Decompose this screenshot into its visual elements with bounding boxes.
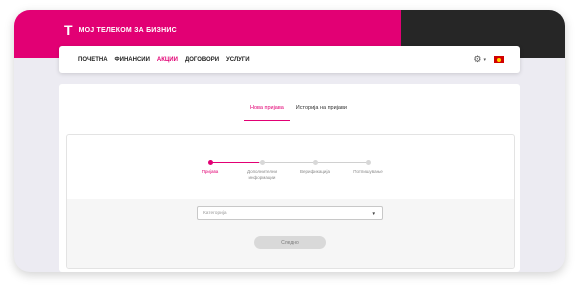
form-area: Категорија ▼ Следно (67, 199, 514, 268)
next-button[interactable]: Следно (254, 236, 326, 249)
logo[interactable]: T МОЈ ТЕЛЕКОМ ЗА БИЗНИС (64, 22, 177, 38)
chevron-down-icon[interactable]: ▾ (483, 57, 486, 63)
tab-application-history[interactable]: Историја на пријави (290, 105, 353, 121)
category-placeholder: Категорија (203, 210, 227, 216)
chevron-down-icon: ▼ (371, 210, 376, 216)
nav-item-finance[interactable]: ФИНАНСИИ (115, 57, 150, 63)
step-label-3: Верификација (300, 169, 330, 174)
nav-menu: ПОЧЕТНА ФИНАНСИИ АКЦИИ ДОГОВОРИ УСЛУГИ (78, 57, 250, 63)
step-dot-2 (260, 160, 265, 165)
application-card: Пријава Дополнителни информации Верифика… (66, 134, 515, 269)
main-content: Нова пријава Историја на пријави Пријава… (59, 84, 520, 272)
main-navigation: ПОЧЕТНА ФИНАНСИИ АКЦИИ ДОГОВОРИ УСЛУГИ ⚙… (59, 46, 520, 73)
stepper-line-done (210, 162, 259, 163)
progress-stepper: Пријава Дополнителни информации Верифика… (202, 160, 383, 181)
nav-actions: ⚙ ▾ (473, 54, 504, 65)
nav-item-services[interactable]: УСЛУГИ (226, 57, 250, 63)
app-window: T МОЈ ТЕЛЕКОМ ЗА БИЗНИС ПОЧЕТНА ФИНАНСИИ… (14, 10, 565, 272)
step-dot-4 (366, 160, 371, 165)
tab-new-application[interactable]: Нова пријава (244, 105, 290, 121)
category-select[interactable]: Категорија ▼ (197, 206, 383, 220)
nav-item-home[interactable]: ПОЧЕТНА (78, 57, 108, 63)
step-label-1: Пријава (201, 169, 219, 174)
macedonia-flag-icon[interactable] (494, 56, 504, 63)
brand-name: МОЈ ТЕЛЕКОМ ЗА БИЗНИС (78, 26, 177, 34)
step-label-4: Потпишување (353, 169, 383, 174)
gear-icon[interactable]: ⚙ (473, 54, 481, 65)
tab-bar: Нова пријава Историја на пријави (244, 105, 353, 121)
step-dot-1 (208, 160, 213, 165)
nav-item-promotions[interactable]: АКЦИИ (157, 57, 178, 63)
nav-item-contracts[interactable]: ДОГОВОРИ (185, 57, 219, 63)
step-dot-3 (313, 160, 318, 165)
telekom-logo-icon: T (64, 22, 73, 38)
step-label-2: Дополнителни информации (246, 169, 278, 180)
